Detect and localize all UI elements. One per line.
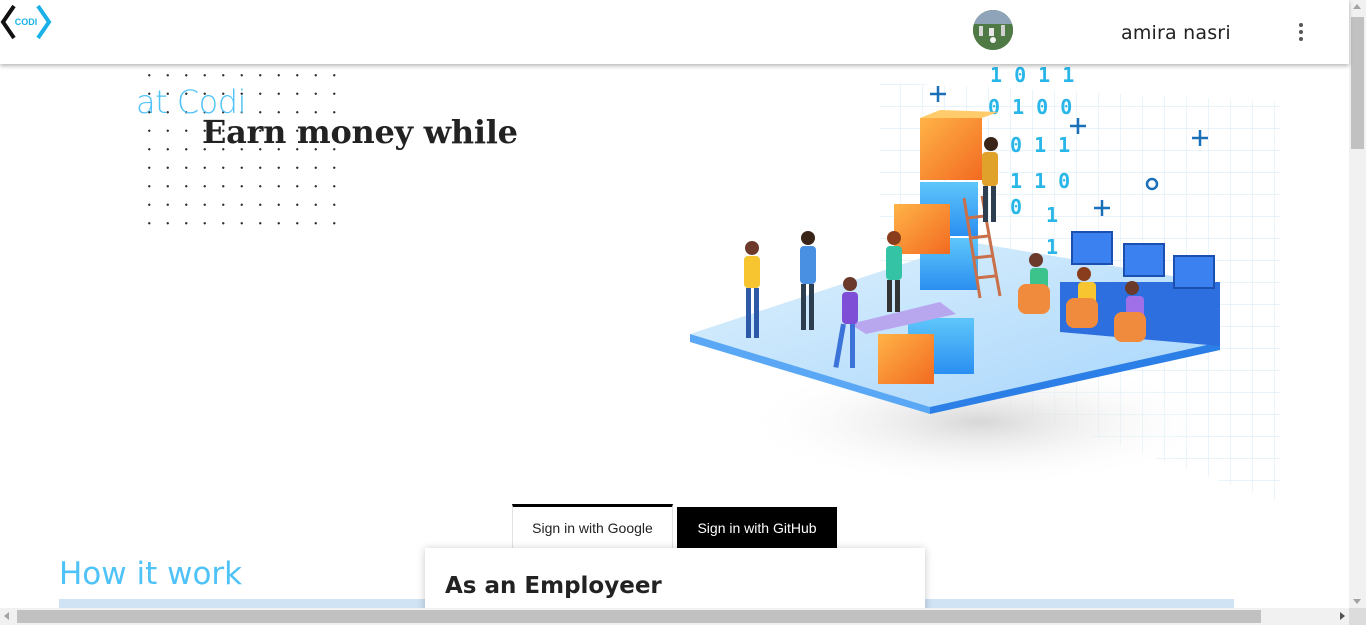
codi-logo[interactable]: CODI [0,2,52,42]
user-name[interactable]: amira nasri [1121,22,1231,44]
sign-in-github-button[interactable]: Sign in with GitHub [677,507,837,548]
app-header: CODI amira nasri [0,0,1349,64]
svg-text:1 0 1 1: 1 0 1 1 [990,63,1074,87]
scroll-down-icon[interactable] [1353,599,1361,604]
scroll-left-icon[interactable] [4,612,9,620]
avatar-image [973,10,1013,50]
svg-text:0 1 1: 0 1 1 [1010,133,1070,157]
logo-text: CODI [15,17,38,27]
avatar[interactable] [973,10,1013,50]
employer-card: As an Employeer [425,548,925,612]
svg-text:1: 1 [1046,203,1058,227]
employer-card-title: As an Employeer [445,573,662,599]
page: CODI amira nasri at Codi Earn money whil… [0,0,1366,625]
vertical-scroll-thumb[interactable] [1351,17,1364,149]
svg-text:1: 1 [1046,235,1058,259]
more-vert-icon[interactable] [1290,20,1312,44]
svg-text:0 1 0 0: 0 1 0 0 [988,95,1072,119]
horizontal-scrollbar[interactable] [0,608,1349,625]
scroll-up-icon[interactable] [1353,4,1361,9]
scrollbar-corner [1349,608,1366,625]
svg-text:1 1 0: 1 1 0 [1010,169,1070,193]
svg-text:0: 0 [1010,195,1022,219]
horizontal-scroll-thumb[interactable] [17,610,1261,623]
how-it-works-title: How it work [59,556,243,592]
vertical-scrollbar[interactable] [1349,0,1366,608]
sign-in-google-button[interactable]: Sign in with Google [512,504,673,548]
hero-headline: Earn money while [202,113,518,151]
hero-illustration: 1 0 1 1 0 1 0 0 0 1 1 1 1 0 0 1 1 [690,63,1280,502]
scroll-right-icon[interactable] [1340,612,1345,620]
